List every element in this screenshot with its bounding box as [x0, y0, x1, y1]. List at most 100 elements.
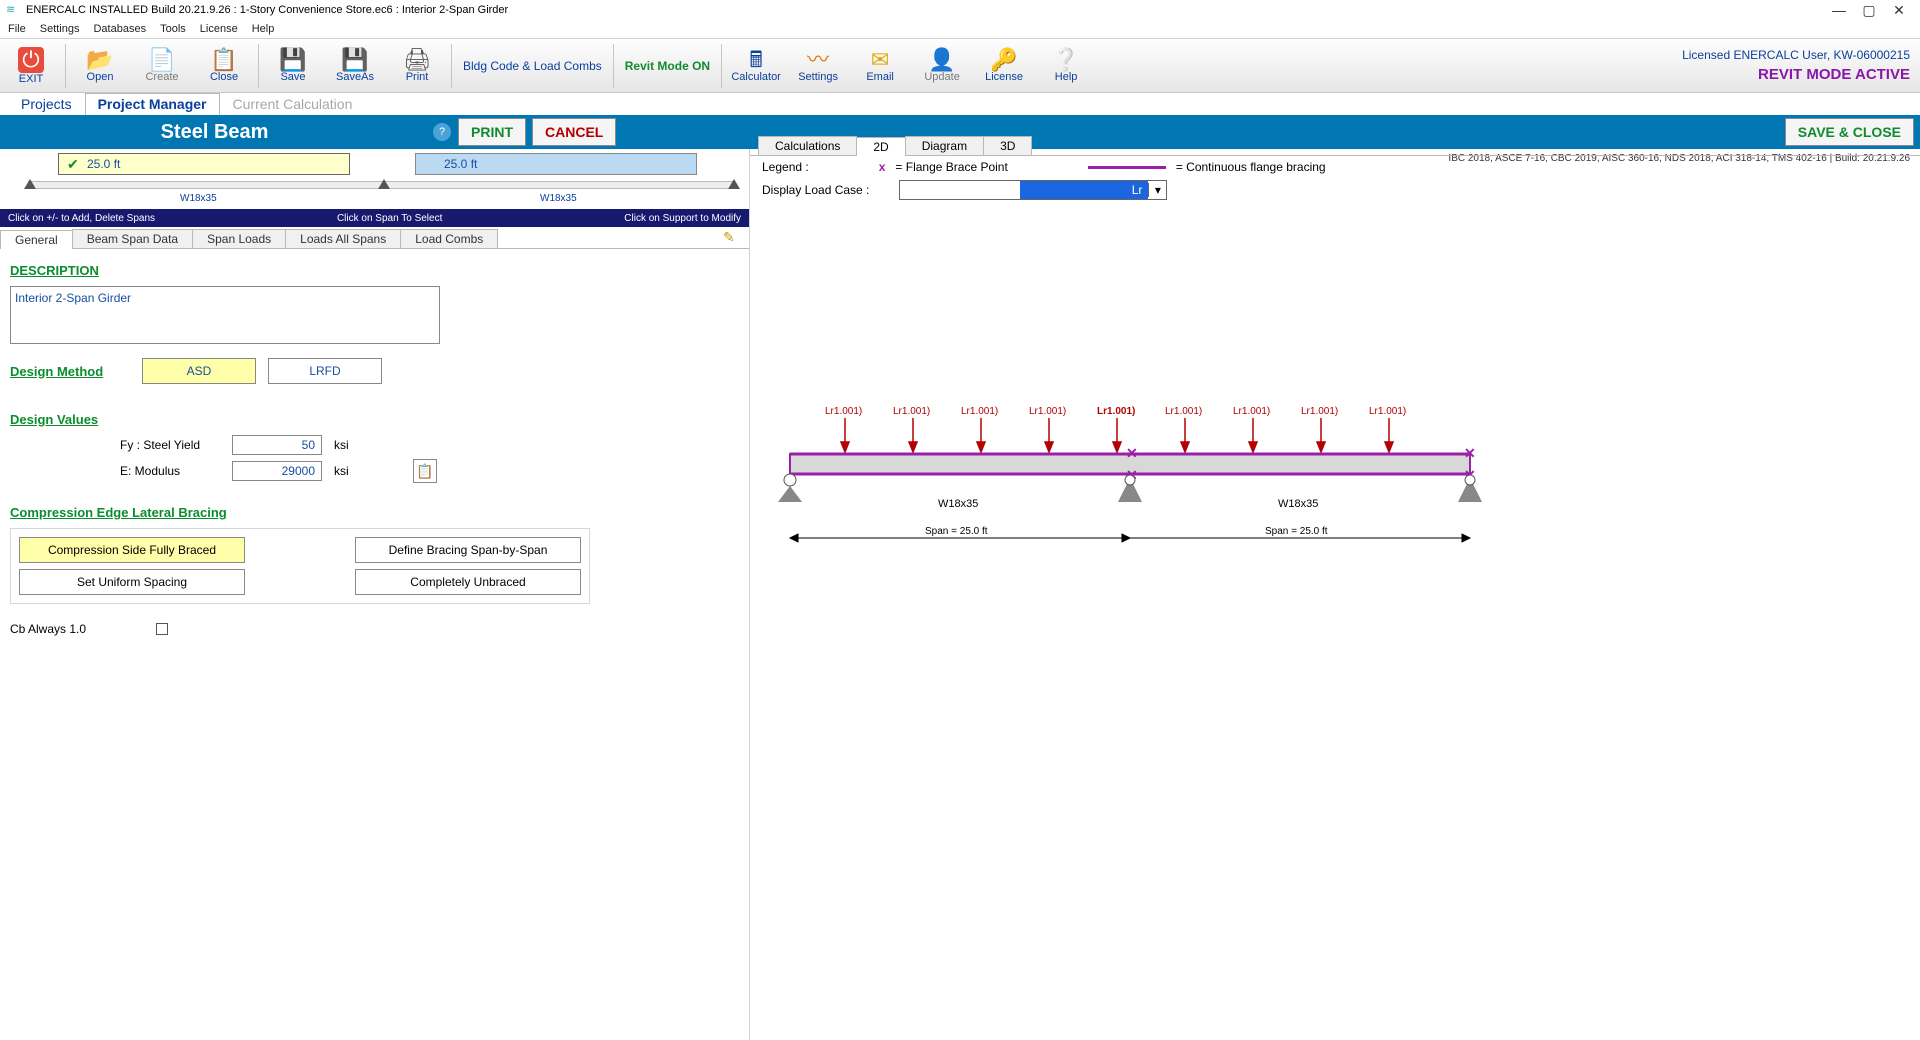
menu-settings[interactable]: Settings — [40, 23, 80, 35]
page-title: Steel Beam — [0, 115, 429, 149]
folder-open-icon: 📂 — [86, 49, 113, 71]
tab-current-calculation[interactable]: Current Calculation — [220, 93, 366, 115]
e-unit: ksi — [334, 464, 349, 478]
file-close-icon: 📋 — [210, 49, 237, 71]
settings-button[interactable]: 〰Settings — [787, 40, 849, 92]
bracing-fully-braced[interactable]: Compression Side Fully Braced — [19, 537, 245, 563]
load-label-9: Lr1.001) — [1369, 406, 1406, 417]
tab-2d[interactable]: 2D — [856, 137, 905, 156]
support-right[interactable] — [728, 179, 740, 189]
bracing-unbraced[interactable]: Completely Unbraced — [355, 569, 581, 595]
e-label: E: Modulus — [120, 464, 220, 478]
bracing-heading: Compression Edge Lateral Bracing — [10, 505, 739, 520]
support-left[interactable] — [24, 179, 36, 189]
menu-databases[interactable]: Databases — [93, 23, 146, 35]
description-input[interactable]: Interior 2-Span Girder — [10, 286, 440, 344]
fy-input[interactable] — [232, 435, 322, 455]
description-heading: DESCRIPTION — [10, 263, 739, 278]
saveas-button[interactable]: 💾SaveAs — [324, 40, 386, 92]
menu-file[interactable]: File — [8, 23, 26, 35]
print-button[interactable]: 🖨Print — [386, 40, 448, 92]
instr-center: Click on Span To Select — [337, 213, 442, 224]
svg-text:✕: ✕ — [1464, 445, 1476, 461]
right-pane: IBC 2018, ASCE 7-16, CBC 2019, AISC 360-… — [750, 149, 1920, 1040]
bracing-uniform-spacing[interactable]: Set Uniform Spacing — [19, 569, 245, 595]
printer-icon: 🖨 — [403, 49, 431, 71]
support-mid[interactable] — [378, 179, 390, 189]
asd-option[interactable]: ASD — [142, 358, 256, 384]
update-button[interactable]: 👤Update — [911, 40, 973, 92]
exit-button[interactable]: ⏻EXIT — [0, 40, 62, 92]
cb-label: Cb Always 1.0 — [10, 622, 86, 636]
tab-diagram[interactable]: Diagram — [905, 136, 984, 155]
beam-label-1: W18x35 — [938, 498, 978, 510]
right-tabs: Calculations 2D Diagram 3D — [750, 133, 1920, 155]
close-window-button[interactable]: ✕ — [1884, 2, 1914, 19]
legend-row: Legend : x = Flange Brace Point = Contin… — [750, 156, 1920, 178]
open-button[interactable]: 📂Open — [69, 40, 131, 92]
tab-loads-all-spans[interactable]: Loads All Spans — [285, 229, 401, 248]
load-label-5: Lr1.001) — [1097, 406, 1135, 417]
load-label-4: Lr1.001) — [1029, 406, 1066, 417]
cancel-action-button[interactable]: CANCEL — [532, 118, 616, 146]
fy-unit: ksi — [334, 438, 349, 452]
tab-load-combs[interactable]: Load Combs — [400, 229, 498, 248]
revit-mode-active-label: REVIT MODE ACTIVE — [1682, 66, 1910, 83]
tab-3d[interactable]: 3D — [983, 136, 1032, 155]
power-icon: ⏻ — [18, 47, 44, 73]
tab-beam-span-data[interactable]: Beam Span Data — [72, 229, 193, 248]
help-button[interactable]: ❔Help — [1035, 40, 1097, 92]
calculator-button[interactable]: 🖩Calculator — [725, 40, 787, 92]
fy-label: Fy : Steel Yield — [120, 438, 220, 452]
span-dim-2: Span = 25.0 ft — [1265, 526, 1328, 537]
span1-beam-label: W18x35 — [180, 193, 217, 204]
material-lookup-button[interactable]: 📋 — [413, 459, 437, 483]
span-2-box[interactable]: 25.0 ft — [415, 153, 697, 175]
menu-bar: File Settings Databases Tools License He… — [0, 20, 1920, 38]
nav-tabs: Projects Project Manager Current Calcula… — [0, 93, 1920, 115]
revit-mode-button[interactable]: Revit Mode ON — [617, 40, 718, 92]
minimize-button[interactable]: — — [1824, 2, 1854, 18]
license-button[interactable]: 🔑License — [973, 40, 1035, 92]
edit-icon[interactable]: ✎ — [723, 229, 739, 245]
tab-project-manager[interactable]: Project Manager — [85, 93, 220, 115]
cb-checkbox[interactable] — [156, 623, 168, 635]
create-button[interactable]: 📄Create — [131, 40, 193, 92]
load-label-3: Lr1.001) — [961, 406, 998, 417]
instr-left: Click on +/- to Add, Delete Spans — [8, 213, 155, 224]
continuous-bracing-icon — [1088, 166, 1166, 169]
span-1-box[interactable]: 25.0 ft — [58, 153, 350, 175]
save-button[interactable]: 💾Save — [262, 40, 324, 92]
form-area: DESCRIPTION Interior 2-Span Girder Desig… — [0, 249, 749, 644]
app-icon: ≋ — [6, 3, 20, 17]
question-icon: ? — [433, 123, 451, 141]
clipboard-icon: 📋 — [416, 463, 433, 480]
bldg-code-button[interactable]: Bldg Code & Load Combs — [455, 40, 610, 92]
lrfd-option[interactable]: LRFD — [268, 358, 382, 384]
instr-right: Click on Support to Modify — [624, 213, 741, 224]
close-button[interactable]: 📋Close — [193, 40, 255, 92]
menu-tools[interactable]: Tools — [160, 23, 186, 35]
tab-calculations[interactable]: Calculations — [758, 136, 857, 155]
menu-help[interactable]: Help — [252, 23, 275, 35]
calculator-icon: 🖩 — [749, 49, 762, 71]
help-hint-button[interactable]: ? — [429, 115, 455, 149]
beam-label-2: W18x35 — [1278, 498, 1318, 510]
legend-label: Legend : — [762, 160, 809, 174]
tab-projects[interactable]: Projects — [8, 93, 85, 115]
help-icon: ❔ — [1052, 49, 1079, 71]
bracing-span-by-span[interactable]: Define Bracing Span-by-Span — [355, 537, 581, 563]
print-action-button[interactable]: PRINT — [458, 118, 526, 146]
key-icon: 🔑 — [990, 49, 1017, 71]
brace-point-icon: x — [879, 160, 886, 174]
inner-tabs: General Beam Span Data Span Loads Loads … — [0, 227, 749, 249]
email-button[interactable]: ✉Email — [849, 40, 911, 92]
menu-license[interactable]: License — [200, 23, 238, 35]
load-case-select[interactable]: Lr ▾ — [899, 180, 1167, 200]
tab-general[interactable]: General — [0, 230, 73, 249]
legend-cfb: = Continuous flange bracing — [1176, 160, 1326, 174]
e-input[interactable] — [232, 461, 322, 481]
design-method-heading: Design Method — [10, 364, 130, 379]
tab-span-loads[interactable]: Span Loads — [192, 229, 286, 248]
maximize-button[interactable]: ▢ — [1854, 2, 1884, 19]
